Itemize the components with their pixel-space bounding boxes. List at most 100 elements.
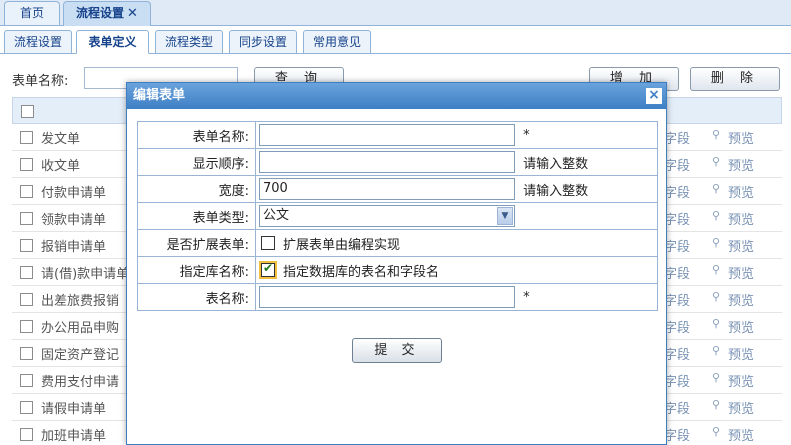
- row-field-link[interactable]: 字段: [664, 398, 690, 417]
- row-field-link[interactable]: 字段: [664, 263, 690, 282]
- display-order-input[interactable]: [259, 151, 515, 173]
- magnifier-icon: ⚲: [712, 317, 721, 330]
- width-hint: 请输入整数: [523, 183, 589, 199]
- row-field-link[interactable]: 字段: [664, 371, 690, 390]
- top-tab-bar: 首页 流程设置 ✕: [0, 0, 791, 26]
- row-checkbox[interactable]: [20, 428, 33, 441]
- sub-tab-bar: 流程设置 表单定义 流程类型 同步设置 常用意见: [0, 26, 791, 54]
- magnifier-icon: ⚲: [712, 344, 721, 357]
- row-field-link[interactable]: 字段: [664, 290, 690, 309]
- row-preview-link[interactable]: 预览: [728, 128, 754, 147]
- row-preview-link[interactable]: 预览: [728, 371, 754, 390]
- row-field-link[interactable]: 字段: [664, 344, 690, 363]
- row-form-name: 收文单: [41, 159, 81, 174]
- row-field-link[interactable]: 字段: [664, 182, 690, 201]
- magnifier-icon: ⚲: [712, 236, 721, 249]
- subtab-workflow-settings[interactable]: 流程设置: [4, 30, 72, 54]
- db-name-checkbox[interactable]: [261, 261, 275, 277]
- submit-button[interactable]: 提 交: [352, 338, 442, 363]
- row-preview-link[interactable]: 预览: [728, 263, 754, 282]
- row-checkbox[interactable]: [20, 158, 33, 171]
- row-preview-link[interactable]: 预览: [728, 236, 754, 255]
- row-field-link[interactable]: 字段: [664, 425, 690, 444]
- row-form-name: 加班申请单: [41, 429, 107, 444]
- width-input[interactable]: 700: [259, 178, 515, 200]
- form-name-input[interactable]: [259, 124, 515, 146]
- row-checkbox[interactable]: [20, 374, 33, 387]
- form-type-label: 表单类型:: [137, 202, 256, 230]
- close-icon[interactable]: ×: [646, 88, 662, 104]
- row-form-name: 发文单: [41, 132, 81, 147]
- row-form-name: 报销申请单: [41, 240, 107, 255]
- select-all-checkbox[interactable]: [21, 105, 34, 118]
- table-name-input[interactable]: [259, 286, 515, 308]
- row-preview-link[interactable]: 预览: [728, 425, 754, 444]
- row-preview-link[interactable]: 预览: [728, 344, 754, 363]
- magnifier-icon: ⚲: [712, 371, 721, 384]
- close-icon[interactable]: ✕: [127, 6, 138, 21]
- row-preview-link[interactable]: 预览: [728, 398, 754, 417]
- search-name-label: 表单名称:: [12, 74, 69, 89]
- db-name-text: 指定数据库的表名和字段名: [283, 264, 440, 280]
- row-checkbox[interactable]: [20, 185, 33, 198]
- row-checkbox[interactable]: [20, 347, 33, 360]
- row-preview-link[interactable]: 预览: [728, 182, 754, 201]
- form-name-label: 表单名称:: [137, 121, 256, 149]
- row-form-name: 领款申请单: [41, 213, 107, 228]
- width-label: 宽度:: [137, 175, 256, 203]
- magnifier-icon: ⚲: [712, 263, 721, 276]
- row-field-link[interactable]: 字段: [664, 317, 690, 336]
- row-field-link[interactable]: 字段: [664, 236, 690, 255]
- edit-form-dialog: 编辑表单 × 表单名称: * 显示顺序: 请输入整数 宽度: 700 请输入整数…: [126, 82, 667, 445]
- row-form-name: 固定资产登记: [41, 348, 120, 363]
- tab-workflow-settings[interactable]: 流程设置 ✕: [63, 1, 151, 26]
- magnifier-icon: ⚲: [712, 398, 721, 411]
- db-name-label: 指定库名称:: [137, 256, 256, 284]
- magnifier-icon: ⚲: [712, 209, 721, 222]
- row-form-name: 请(借)款申请单: [41, 267, 130, 282]
- display-order-hint: 请输入整数: [523, 156, 589, 172]
- magnifier-icon: ⚲: [712, 425, 721, 438]
- magnifier-icon: ⚲: [712, 155, 721, 168]
- dialog-title: 编辑表单: [127, 83, 666, 109]
- row-form-name: 出差旅费报销: [41, 294, 120, 309]
- subtab-common-opinions[interactable]: 常用意见: [303, 30, 371, 54]
- edit-form-table: 表单名称: * 显示顺序: 请输入整数 宽度: 700 请输入整数 表单类型:: [137, 121, 658, 311]
- row-field-link[interactable]: 字段: [664, 209, 690, 228]
- delete-button[interactable]: 删 除: [690, 67, 780, 91]
- row-checkbox[interactable]: [20, 266, 33, 279]
- row-field-link[interactable]: 字段: [664, 155, 690, 174]
- table-name-required-mark: *: [523, 289, 530, 305]
- form-type-select[interactable]: 公文 ▼: [259, 205, 515, 227]
- row-field-link[interactable]: 字段: [664, 128, 690, 147]
- magnifier-icon: ⚲: [712, 128, 721, 141]
- chevron-down-icon[interactable]: ▼: [497, 207, 513, 225]
- row-checkbox[interactable]: [20, 401, 33, 414]
- subtab-workflow-type[interactable]: 流程类型: [155, 30, 223, 54]
- row-checkbox[interactable]: [20, 293, 33, 306]
- form-type-selected: 公文: [263, 208, 290, 223]
- row-form-name: 费用支付申请: [41, 375, 120, 390]
- extend-form-label: 是否扩展表单:: [137, 229, 256, 257]
- required-mark: *: [523, 127, 530, 143]
- row-preview-link[interactable]: 预览: [728, 209, 754, 228]
- extend-form-text: 扩展表单由编程实现: [283, 237, 401, 253]
- display-order-label: 显示顺序:: [137, 148, 256, 176]
- row-form-name: 办公用品申购: [41, 321, 120, 336]
- row-preview-link[interactable]: 预览: [728, 155, 754, 174]
- extend-form-checkbox[interactable]: [261, 236, 275, 250]
- row-checkbox[interactable]: [20, 131, 33, 144]
- row-preview-link[interactable]: 预览: [728, 290, 754, 309]
- magnifier-icon: ⚲: [712, 182, 721, 195]
- row-form-name: 请假申请单: [41, 402, 107, 417]
- row-preview-link[interactable]: 预览: [728, 317, 754, 336]
- subtab-form-definition[interactable]: 表单定义: [76, 30, 149, 54]
- tab-home[interactable]: 首页: [4, 1, 60, 25]
- subtab-sync-settings[interactable]: 同步设置: [229, 30, 297, 54]
- row-checkbox[interactable]: [20, 239, 33, 252]
- magnifier-icon: ⚲: [712, 290, 721, 303]
- row-form-name: 付款申请单: [41, 186, 107, 201]
- tab-workflow-settings-label: 流程设置: [76, 6, 125, 20]
- row-checkbox[interactable]: [20, 212, 33, 225]
- row-checkbox[interactable]: [20, 320, 33, 333]
